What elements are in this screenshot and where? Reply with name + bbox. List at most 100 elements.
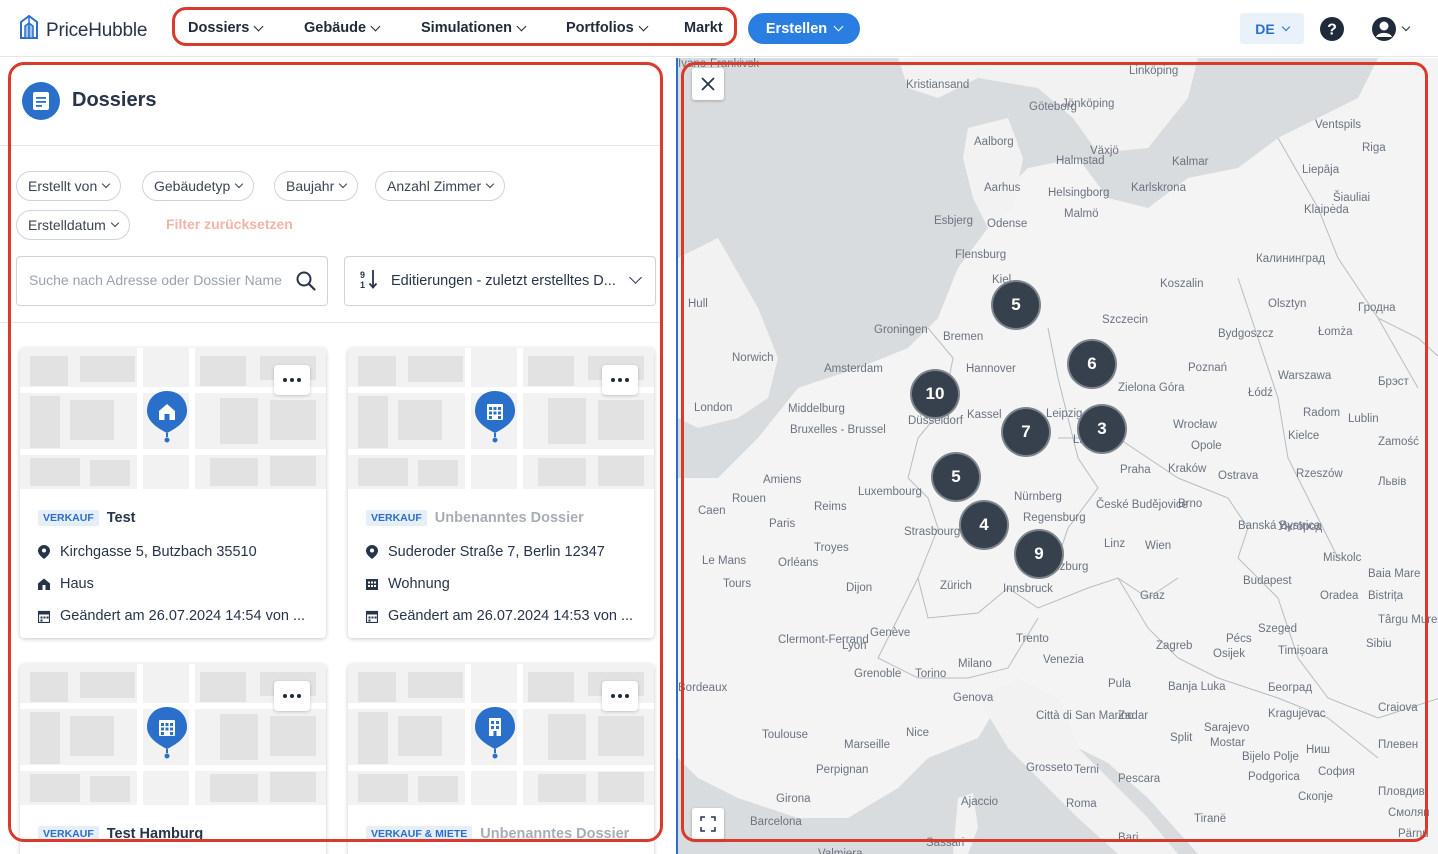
map-place-label: Genève: [870, 627, 911, 639]
dossier-card[interactable]: VERKAUF Test Kirchgasse 5, Butzbach 3551…: [20, 348, 326, 638]
filter-erstelldatum[interactable]: Erstelldatum: [16, 210, 130, 240]
map-place-label: Zadar: [1118, 710, 1149, 722]
map-place-label: Łomża: [1318, 326, 1353, 338]
filter-baujahr[interactable]: Baujahr: [274, 171, 359, 201]
map-place-label: Linköping: [1129, 65, 1179, 77]
nav-dossiers[interactable]: Dossiers: [188, 20, 264, 36]
fullscreen-icon[interactable]: [692, 808, 724, 840]
map-place-label: Grosseto: [1026, 762, 1073, 774]
map-cluster-marker[interactable]: 10: [910, 369, 960, 419]
reset-filters-link[interactable]: Filter zurücksetzen: [166, 216, 293, 232]
map-place-label: Halmstad: [1056, 155, 1105, 167]
map-place-label: Zamość: [1378, 436, 1419, 448]
language-selector[interactable]: DE: [1240, 13, 1304, 44]
create-button[interactable]: Erstellen: [748, 13, 860, 44]
map-panel[interactable]: Linköping Kristiansand Göteborg Jönköping Ve…: [676, 58, 1438, 854]
more-options-button[interactable]: [274, 365, 310, 395]
map-place-label: Pécs: [1226, 633, 1252, 645]
map-place-label: Marseille: [844, 739, 891, 751]
user-menu[interactable]: [1371, 16, 1411, 42]
dossier-card[interactable]: VERKAUF Test Hamburg: [20, 664, 326, 854]
filter-erstellt-von[interactable]: Erstellt von: [16, 171, 122, 201]
dossier-card[interactable]: VERKAUF Unbenanntes Dossier Suderoder St…: [348, 348, 654, 638]
map-place-label: Osijek: [1213, 648, 1245, 660]
user-avatar-icon: [1372, 17, 1396, 41]
more-options-button[interactable]: [274, 681, 310, 711]
chevron-down-icon: [102, 179, 111, 189]
map-cluster-marker[interactable]: 9: [1014, 529, 1064, 579]
map-place-label: Brno: [1178, 498, 1203, 510]
filter-label: Erstellt von: [28, 178, 98, 194]
chevron-down-icon: [235, 179, 244, 189]
map-place-label: Смолян: [1388, 807, 1430, 819]
apartment-icon: [145, 705, 189, 761]
map-cluster-marker[interactable]: 5: [991, 280, 1041, 330]
search-input[interactable]: [29, 272, 289, 288]
map-place-label: Paris: [769, 518, 796, 530]
chevron-down-icon: [833, 21, 844, 32]
filter-gebaeudetyp[interactable]: Gebäudetyp: [142, 171, 255, 201]
map-place-label: Malmö: [1064, 208, 1099, 220]
more-options-button[interactable]: [602, 365, 638, 395]
map-cluster-marker[interactable]: 7: [1001, 407, 1051, 457]
map-place-label: Torino: [915, 668, 947, 680]
map-place-label: Groningen: [874, 324, 928, 336]
map-place-label: Praha: [1120, 464, 1151, 476]
map-place-label: Karlskrona: [1131, 182, 1186, 194]
card-title: Unbenanntes Dossier: [480, 826, 630, 842]
map-place-label: Barcelona: [750, 816, 802, 828]
map-place-label: Caen: [698, 505, 726, 517]
filter-anzahl-zimmer[interactable]: Anzahl Zimmer: [375, 171, 506, 201]
card-title-row: VERKAUF Test Hamburg: [38, 826, 203, 842]
close-icon[interactable]: [692, 68, 724, 100]
language-label: DE: [1255, 20, 1275, 37]
nav-portfolios[interactable]: Portfolios: [566, 20, 649, 36]
nav-simulationen[interactable]: Simulationen: [421, 20, 527, 36]
map-place-label: Kielce: [1288, 430, 1320, 442]
map-place-label: Le Mans: [702, 555, 747, 567]
search-field[interactable]: [16, 256, 328, 306]
map-cluster-marker[interactable]: 4: [959, 500, 1009, 550]
map-place-label: Budapest: [1243, 575, 1292, 587]
map-place-label: Graz: [1140, 590, 1165, 602]
document-icon: [22, 82, 60, 120]
map-cluster-marker[interactable]: 6: [1067, 339, 1117, 389]
sort-icon: 91: [359, 268, 379, 294]
map-place-label: Olsztyn: [1268, 298, 1307, 310]
map-cluster-marker[interactable]: 3: [1077, 404, 1127, 454]
map-place-label: Trento: [1016, 633, 1049, 645]
help-icon[interactable]: ?: [1319, 16, 1345, 47]
map-place-label: Terni: [1074, 764, 1099, 776]
page-title: Dossiers: [72, 89, 157, 111]
chevron-down-icon: [370, 21, 381, 31]
nav-gebaeude-label: Gebäude: [304, 20, 367, 36]
map-place-label: Radom: [1303, 407, 1341, 419]
chevron-down-icon: [253, 21, 264, 31]
search-icon[interactable]: [295, 270, 317, 297]
map-place-label: Mostar: [1210, 737, 1246, 749]
map-place-label: Szczecin: [1102, 314, 1149, 326]
chevron-down-icon: [1281, 22, 1290, 31]
map-place-label: Innsbruck: [1003, 583, 1053, 595]
nav-markt-label: Markt: [684, 20, 723, 36]
map-cluster-marker[interactable]: 5: [931, 452, 981, 502]
chevron-down-icon: [638, 21, 649, 31]
map-place-label: Sibiu: [1366, 638, 1392, 650]
map-place-label: Genova: [953, 692, 994, 704]
more-options-button[interactable]: [602, 681, 638, 711]
building-icon: [473, 705, 517, 761]
sort-dropdown[interactable]: 91 Editierungen - zuletzt erstelltes D..…: [344, 256, 656, 306]
card-title-row: VERKAUF & MIETE Unbenanntes Dossier: [366, 826, 629, 842]
logo[interactable]: PriceHubble: [18, 14, 148, 47]
address-text: Suderoder Straße 7, Berlin 12347: [388, 544, 605, 560]
nav-gebaeude[interactable]: Gebäude: [304, 20, 381, 36]
map-place-label: Lublin: [1348, 413, 1379, 425]
map-place-label: Tiranë: [1194, 813, 1227, 825]
calendar-icon: [38, 610, 50, 623]
nav-markt[interactable]: Markt: [684, 20, 723, 36]
map-place-label: Banja Luka: [1168, 681, 1226, 693]
chevron-down-icon: [1401, 22, 1411, 32]
map-place-label: Ужгород: [1278, 521, 1323, 533]
dossier-card[interactable]: VERKAUF & MIETE Unbenanntes Dossier: [348, 664, 654, 854]
map-place-label: Aalborg: [974, 136, 1014, 148]
